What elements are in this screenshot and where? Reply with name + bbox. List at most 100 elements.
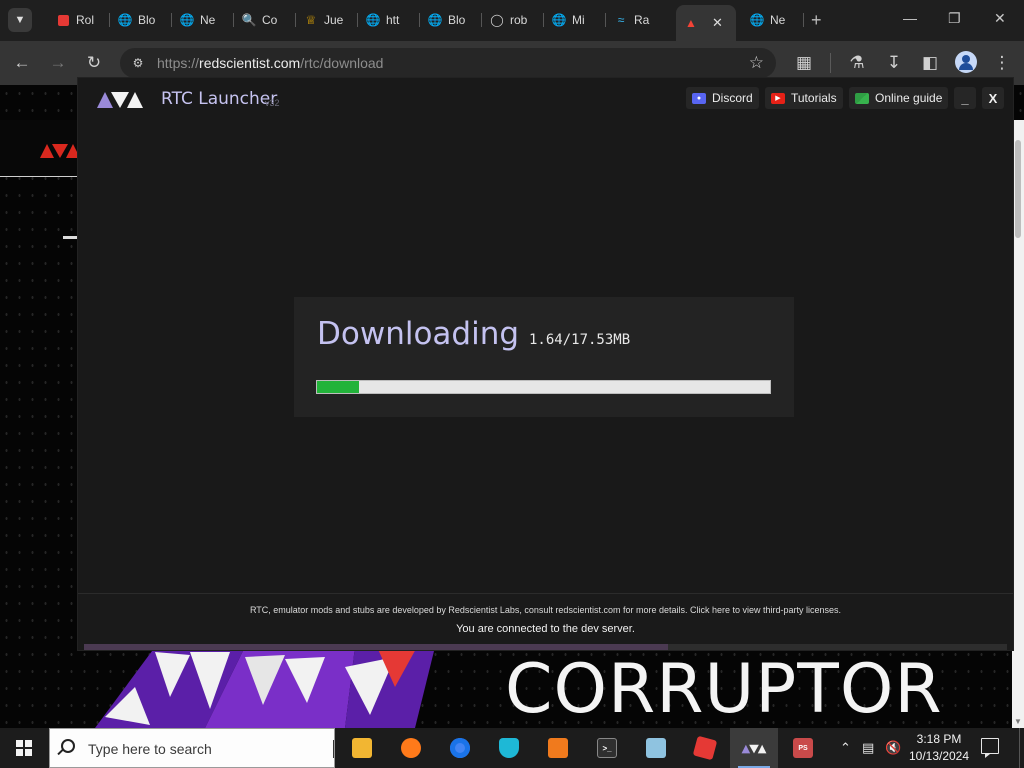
youtube-icon: ▶ [771,92,785,104]
page-dash-mark [63,236,78,239]
globe-icon: 🌐 [365,13,381,27]
browser-tab[interactable]: 🌐 htt [358,6,420,34]
launcher-close-button[interactable]: X [982,87,1004,109]
bookmark-star-icon[interactable]: ☆ [749,53,764,73]
warning-triangle-icon: ▲ [685,16,697,30]
ps-app-icon: PS [793,738,813,758]
tab-label: Rol [76,13,95,27]
clock-time: 3:18 PM [916,732,962,746]
window-minimize-icon[interactable]: — [903,10,917,26]
more-menu-icon[interactable]: ⋮ [991,52,1013,74]
taskbar-app-roblox[interactable] [681,728,729,768]
scroll-down-arrow-icon[interactable]: ▼ [1014,717,1022,726]
browser-tab-active[interactable]: ▲ ✕ [676,5,736,41]
taskbar-app-terminal[interactable]: >_ [583,728,631,768]
notepad-icon [646,738,666,758]
toolbar-divider [830,53,831,73]
taskbar-app-ps[interactable]: PS [779,728,827,768]
search-placeholder: Type here to search [88,741,212,757]
taskbar-app-file-explorer[interactable] [338,728,386,768]
download-panel: Downloading 1.64/17.53MB [294,297,794,417]
window-close-icon[interactable]: ✕ [994,10,1006,27]
browser-tab[interactable]: 🔍 Co [234,6,296,34]
launcher-footer: RTC, emulator mods and stubs are develop… [78,593,1013,650]
browser-tab[interactable]: ♕ Jue [296,6,358,34]
tab-label: Jue [324,13,344,27]
browser-tab[interactable]: ◯ rob [482,6,544,34]
footer-legal-text[interactable]: RTC, emulator mods and stubs are develop… [78,605,1013,615]
url-path: /rtc/download [300,55,384,71]
discord-icon: ● [692,92,706,104]
search-icon: 🔍 [241,13,257,27]
text-cursor-icon [333,740,334,758]
taskbar-search-box[interactable]: Type here to search [49,728,335,768]
download-title: Downloading [317,316,520,352]
volume-muted-icon[interactable]: 🔇 [885,740,901,756]
profile-avatar-icon[interactable] [955,51,977,73]
launcher-title: RTC Launcher [161,89,278,109]
taskbar-app-rtc-launcher[interactable] [730,728,778,768]
tab-label: Blo [138,13,156,27]
back-arrow-icon[interactable]: ← [11,52,33,74]
discord-button[interactable]: ● Discord [686,87,759,109]
extensions-puzzle-icon[interactable]: ▦ [793,52,815,74]
windows-logo-icon [16,740,32,756]
globe-icon: 🌐 [179,13,195,27]
footer-status-bar [84,644,1007,650]
browser-tab[interactable]: 🌐 Ne [742,6,804,34]
notification-center-icon[interactable] [981,738,999,758]
reload-icon[interactable]: ↻ [83,52,105,74]
taskbar-app-flask[interactable] [534,728,582,768]
github-icon: ◯ [490,13,504,27]
forward-arrow-icon[interactable]: → [47,52,69,74]
network-icon[interactable]: ▤ [862,740,874,756]
browser-tab[interactable]: ≈ Ra [606,6,672,34]
guide-icon [855,92,869,104]
firefox-icon [401,738,421,758]
tutorials-button[interactable]: ▶ Tutorials [765,87,843,109]
search-icon [61,739,75,753]
online-guide-button[interactable]: Online guide [849,87,949,109]
connection-status: You are connected to the dev server. [456,623,635,635]
launcher-header: RTC Launcher v32 ● Discord ▶ Tutorials O… [78,78,1013,118]
browser-tab[interactable]: 🌐 Ne [172,6,234,34]
window-restore-icon[interactable]: ❐ [948,10,961,27]
roblox-icon [692,735,718,761]
tutorials-label: Tutorials [791,91,837,105]
taskbar-app-vpn[interactable] [485,728,533,768]
browser-tab[interactable]: 🌐 Blo [420,6,482,34]
terminal-icon: >_ [597,738,617,758]
rtc-logo-icon [97,92,143,108]
taskbar-clock[interactable]: 3:18 PM 10/13/2024 [904,732,974,763]
windows-taskbar: Type here to search >_ PS ⌃ ▤ 🔇 3:18 PM … [0,728,1024,768]
online-guide-label: Online guide [875,91,943,105]
tray-overflow-chevron-icon[interactable]: ⌃ [840,740,851,756]
globe-icon: 🌐 [117,13,133,27]
browser-tab[interactable]: Rol [48,6,110,34]
site-settings-icon[interactable]: ⚙ [130,55,146,71]
close-icon[interactable]: ✕ [712,15,723,31]
side-panel-icon[interactable]: ◧ [919,52,941,74]
labs-flask-icon[interactable]: ⚗ [846,52,868,74]
launcher-minimize-button[interactable]: _ [954,87,976,109]
taskbar-app-notepad[interactable] [632,728,680,768]
start-button[interactable] [0,728,48,768]
url-text[interactable]: https://redscientist.com/rtc/download [157,55,383,71]
scrollbar-thumb[interactable] [1015,140,1021,238]
download-icon[interactable]: ↧ [883,52,905,74]
tab-search-button[interactable]: ▼ [8,8,32,32]
browser-tab[interactable]: 🌐 Blo [110,6,172,34]
new-tab-plus-icon[interactable]: + [811,10,822,31]
discord-label: Discord [712,91,753,105]
rtc-logo-icon [741,744,767,754]
taskbar-app-firefox[interactable] [387,728,435,768]
site-logo-icon[interactable] [38,138,82,160]
hero-art-icon [95,647,435,728]
browser-tab[interactable]: 🌐 Mi [544,6,606,34]
tailwind-icon: ≈ [617,13,625,27]
url-scheme: https:// [157,55,200,71]
page-scrollbar[interactable]: ▼ [1012,120,1024,728]
address-bar[interactable]: ⚙ https://redscientist.com/rtc/download … [120,48,776,78]
show-desktop-button[interactable] [1019,728,1024,768]
taskbar-app-chrome[interactable] [436,728,484,768]
